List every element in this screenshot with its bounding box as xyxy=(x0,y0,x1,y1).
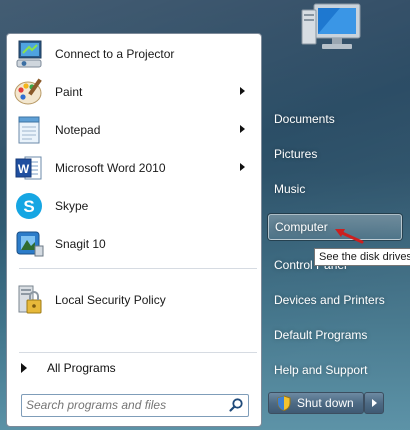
right-item-label: Devices and Printers xyxy=(274,293,385,307)
right-item-label: Music xyxy=(274,182,306,196)
skype-icon: S xyxy=(13,190,47,222)
right-item-label: Documents xyxy=(274,112,335,126)
computer-monitor-icon xyxy=(301,3,361,49)
submenu-arrow-icon[interactable] xyxy=(240,125,245,133)
snagit-icon xyxy=(13,228,47,260)
right-item-pictures[interactable]: Pictures xyxy=(268,142,406,166)
search-input[interactable] xyxy=(22,395,226,414)
separator xyxy=(19,352,257,353)
program-label: Skype xyxy=(55,199,89,213)
projector-icon xyxy=(13,38,47,70)
program-local-security-policy[interactable]: Local Security Policy xyxy=(11,282,257,318)
right-item-help-and-support[interactable]: Help and Support xyxy=(268,358,406,382)
submenu-arrow-icon[interactable] xyxy=(240,87,245,95)
annotation-arrow-icon xyxy=(335,229,364,244)
program-label: Notepad xyxy=(55,123,101,137)
shutdown-label: Shut down xyxy=(297,396,354,410)
program-notepad[interactable]: Notepad xyxy=(11,112,257,148)
security-policy-icon xyxy=(13,284,47,316)
program-list-pane: Connect to a Projector Paint Notepad W M… xyxy=(6,33,262,427)
program-label: Microsoft Word 2010 xyxy=(55,161,166,175)
arrow-right-icon xyxy=(21,363,27,373)
search-field[interactable] xyxy=(21,394,249,417)
right-item-label: Computer xyxy=(275,220,328,234)
shutdown-button[interactable]: Shut down xyxy=(268,392,364,414)
word-icon: W xyxy=(13,152,47,184)
program-snagit-10[interactable]: Snagit 10 xyxy=(11,226,257,262)
shield-icon xyxy=(277,395,291,411)
right-item-devices-and-printers[interactable]: Devices and Printers xyxy=(268,288,406,312)
notepad-icon xyxy=(13,114,47,146)
right-item-music[interactable]: Music xyxy=(268,177,406,201)
program-label: Local Security Policy xyxy=(55,293,166,307)
program-connect-to-projector[interactable]: Connect to a Projector xyxy=(11,36,257,72)
tooltip-text: See the disk drives xyxy=(319,251,410,263)
program-skype[interactable]: S Skype xyxy=(11,188,257,224)
program-label: Snagit 10 xyxy=(55,237,106,251)
right-item-label: Default Programs xyxy=(274,328,368,342)
submenu-arrow-icon[interactable] xyxy=(240,163,245,171)
program-paint[interactable]: Paint xyxy=(11,74,257,110)
separator xyxy=(19,268,257,269)
search-icon[interactable] xyxy=(228,397,244,413)
program-microsoft-word-2010[interactable]: W Microsoft Word 2010 xyxy=(11,150,257,186)
svg-text:W: W xyxy=(18,162,30,176)
right-item-label: Help and Support xyxy=(274,363,368,377)
right-item-default-programs[interactable]: Default Programs xyxy=(268,323,406,347)
tooltip: See the disk drives xyxy=(314,248,410,266)
program-label: Paint xyxy=(55,85,83,99)
all-programs-button[interactable]: All Programs xyxy=(15,357,255,379)
right-item-documents[interactable]: Documents xyxy=(268,107,406,131)
all-programs-label: All Programs xyxy=(47,361,116,375)
program-label: Connect to a Projector xyxy=(55,47,175,61)
svg-text:S: S xyxy=(23,197,34,216)
shutdown-options-button[interactable] xyxy=(364,392,384,414)
paint-icon xyxy=(13,76,47,108)
right-item-label: Pictures xyxy=(274,147,318,161)
